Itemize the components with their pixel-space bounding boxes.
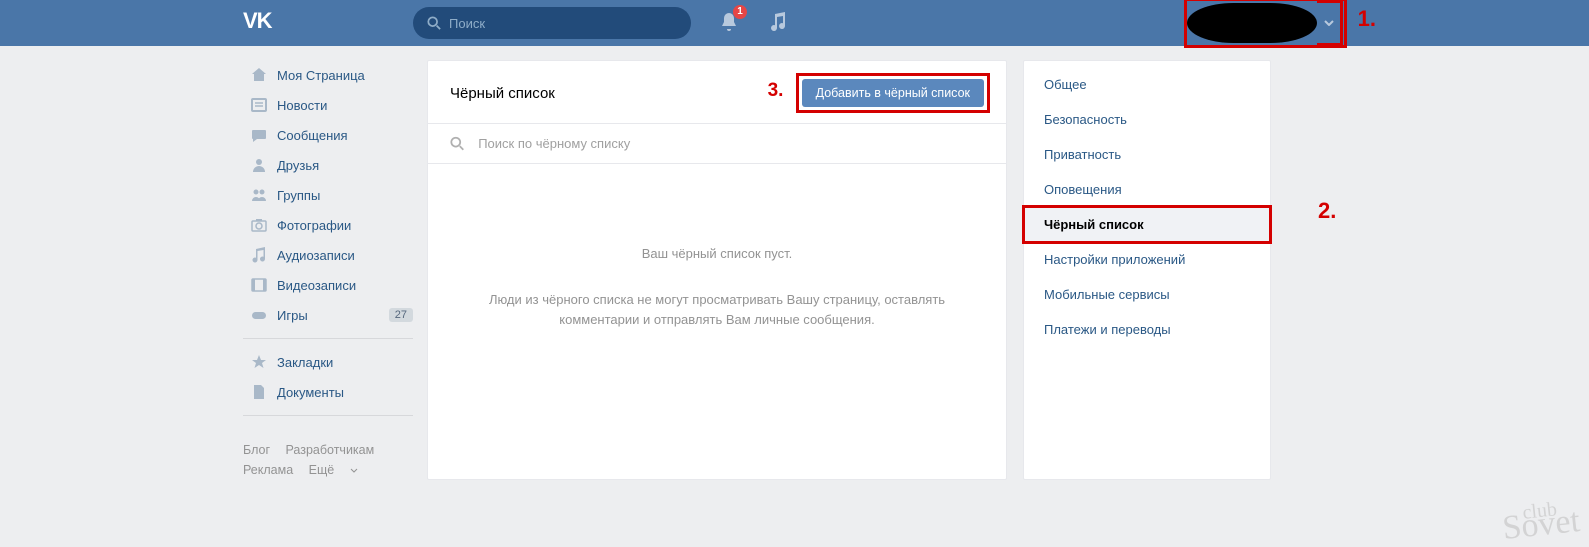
video-icon	[247, 277, 271, 293]
profile-menu-zone	[1187, 0, 1343, 46]
sidebar-separator	[243, 415, 413, 416]
sidebar-item-label: Новости	[277, 98, 327, 113]
home-icon	[247, 67, 271, 83]
top-header: VK 1 1.	[0, 0, 1589, 46]
footer-more[interactable]: Ещё	[309, 460, 359, 480]
settings-menu: Общее Безопасность Приватность Оповещени…	[1023, 60, 1271, 480]
sidebar-item-groups[interactable]: Группы	[243, 180, 413, 210]
sidebar-item-video[interactable]: Видеозаписи	[243, 270, 413, 300]
groups-icon	[247, 187, 271, 203]
settings-item-payments[interactable]: Платежи и переводы	[1024, 312, 1270, 347]
header-search-input[interactable]	[449, 16, 677, 31]
annotation-3-label: 3.	[768, 80, 784, 102]
document-icon	[247, 384, 271, 400]
audio-icon	[247, 247, 271, 263]
games-badge: 27	[389, 308, 413, 322]
sidebar-separator	[243, 338, 413, 339]
music-icon[interactable]	[769, 12, 787, 35]
svg-text:VK: VK	[243, 12, 273, 30]
sidebar-item-label: Фотографии	[277, 218, 351, 233]
empty-line1: Ваш чёрный список пуст.	[468, 244, 966, 264]
notif-badge: 1	[733, 5, 747, 19]
sidebar-item-my-page[interactable]: Моя Страница	[243, 60, 413, 90]
sidebar-item-label: Аудиозаписи	[277, 248, 355, 263]
blacklist-search[interactable]	[428, 123, 1006, 164]
blacklist-search-input[interactable]	[478, 136, 984, 151]
settings-item-app-settings[interactable]: Настройки приложений	[1024, 242, 1270, 277]
footer-links: Блог Разработчикам Реклама Ещё	[243, 440, 413, 480]
messages-icon	[247, 127, 271, 143]
settings-item-mobile[interactable]: Мобильные сервисы	[1024, 277, 1270, 312]
search-icon	[427, 16, 441, 30]
main-panel: Чёрный список Добавить в чёрный список 3…	[427, 60, 1007, 480]
camera-icon	[247, 217, 271, 233]
settings-item-notifications[interactable]: Оповещения	[1024, 172, 1270, 207]
sidebar-item-label: Закладки	[277, 355, 333, 370]
news-icon	[247, 97, 271, 113]
watermark: club Sovet	[1500, 499, 1581, 542]
sidebar-item-label: Группы	[277, 188, 320, 203]
settings-item-label: Чёрный список	[1044, 217, 1144, 232]
sidebar-item-bookmarks[interactable]: Закладки	[243, 347, 413, 377]
vk-logo[interactable]: VK	[243, 10, 273, 36]
sidebar-item-documents[interactable]: Документы	[243, 377, 413, 407]
settings-item-blacklist[interactable]: Чёрный список	[1024, 207, 1270, 242]
sidebar-item-label: Друзья	[277, 158, 319, 173]
sidebar-item-photos[interactable]: Фотографии	[243, 210, 413, 240]
sidebar-item-news[interactable]: Новости	[243, 90, 413, 120]
settings-item-general[interactable]: Общее	[1024, 67, 1270, 102]
settings-item-privacy[interactable]: Приватность	[1024, 137, 1270, 172]
chevron-down-icon	[350, 468, 358, 473]
sidebar-item-audio[interactable]: Аудиозаписи	[243, 240, 413, 270]
empty-state: Ваш чёрный список пуст. Люди из чёрного …	[428, 164, 1006, 440]
notifications-icon[interactable]: 1	[719, 11, 739, 36]
footer-dev[interactable]: Разработчикам	[286, 443, 375, 457]
profile-dropdown-caret[interactable]	[1317, 0, 1343, 46]
annotation-1-label: 1.	[1358, 6, 1376, 32]
annotation-2-label: 2.	[1318, 198, 1336, 224]
friends-icon	[247, 157, 271, 173]
footer-blog[interactable]: Блог	[243, 443, 270, 457]
chevron-down-icon	[1324, 20, 1334, 26]
page-title: Чёрный список	[450, 85, 555, 102]
sidebar-item-friends[interactable]: Друзья	[243, 150, 413, 180]
sidebar-item-label: Сообщения	[277, 128, 348, 143]
sidebar-item-label: Моя Страница	[277, 68, 365, 83]
sidebar-item-label: Документы	[277, 385, 344, 400]
footer-more-label: Ещё	[309, 460, 335, 480]
footer-ads[interactable]: Реклама	[243, 463, 293, 477]
star-icon	[247, 354, 271, 370]
games-icon	[247, 307, 271, 323]
left-sidebar: Моя Страница Новости Сообщения Друзья Гр…	[243, 60, 413, 480]
sidebar-item-messages[interactable]: Сообщения	[243, 120, 413, 150]
profile-avatar-redacted[interactable]	[1187, 3, 1317, 43]
search-icon	[450, 136, 464, 151]
add-to-blacklist-button[interactable]: Добавить в чёрный список	[802, 79, 984, 107]
empty-line2: Люди из чёрного списка не могут просматр…	[468, 290, 966, 330]
settings-item-security[interactable]: Безопасность	[1024, 102, 1270, 137]
sidebar-item-games[interactable]: Игры 27	[243, 300, 413, 330]
sidebar-item-label: Игры	[277, 308, 308, 323]
header-search[interactable]	[413, 7, 691, 39]
sidebar-item-label: Видеозаписи	[277, 278, 356, 293]
